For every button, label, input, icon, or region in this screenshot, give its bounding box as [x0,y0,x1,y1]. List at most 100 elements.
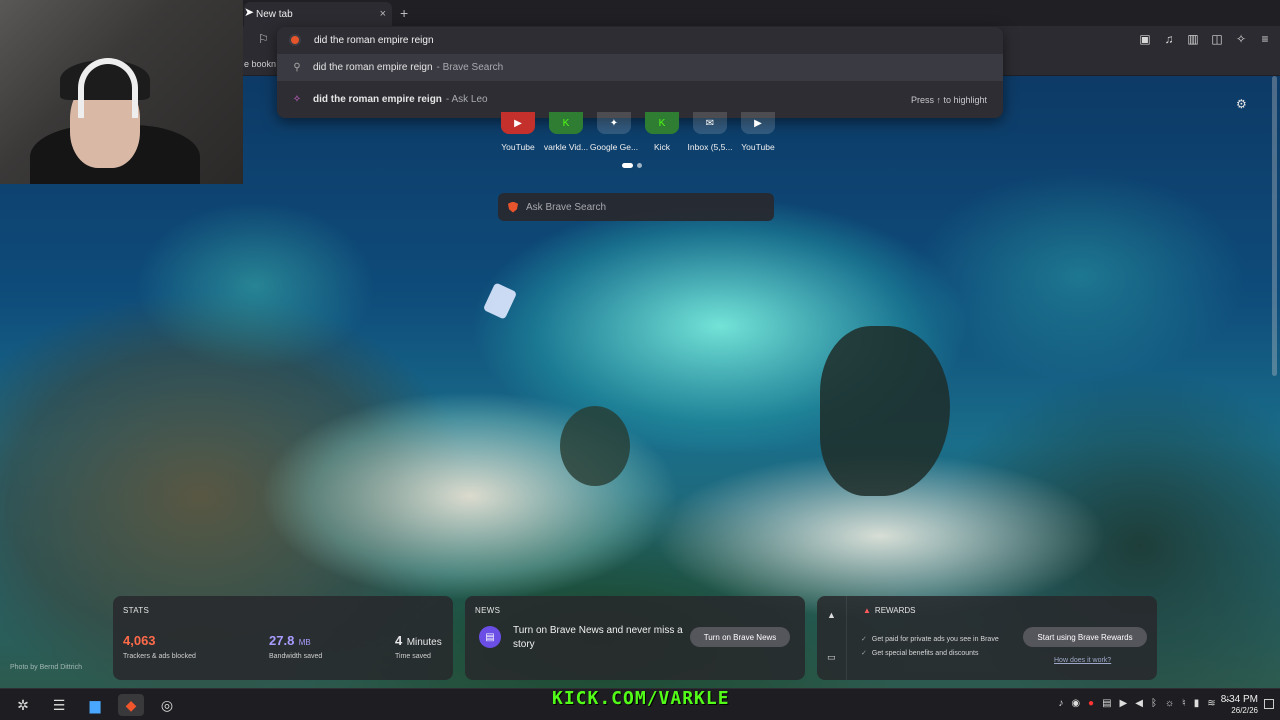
stat-value: 4 [395,633,403,648]
toolbar-icons: ▣ ♫ ▥ ◫ ✧ ≡ [1138,32,1272,46]
suggestion-brave-search[interactable]: ⚲ did the roman empire reign - Brave Sea… [277,54,1003,81]
bookmarks-label[interactable]: e bookn [244,59,276,69]
system-tray: ♪ ◉ ● ▤ ▶ ◀ ᛒ ☼ ♮ ▮ ≋ ⌃ [1058,698,1232,709]
top-site-label: varkle Vid... [543,142,589,152]
vpn-tab-icon[interactable]: ▭ [827,652,836,663]
bluetooth-icon[interactable]: ᛒ [1151,698,1157,709]
stat-time: 4 Minutes Time saved [395,632,442,660]
show-desktop-button[interactable] [1264,699,1274,709]
kick-icon: K [549,112,583,134]
sidebar-icon[interactable]: ▥ [1186,32,1200,46]
brightness-icon[interactable]: ☼ [1165,698,1174,709]
suggestion-main: did the roman empire reign [313,62,433,73]
list-item: ✓ Get paid for private ads you see in Bra… [861,633,999,647]
news-widget: NEWS ▤ Turn on Brave News and never miss… [465,596,805,680]
pager-dot[interactable] [622,163,633,168]
top-site-varkle[interactable]: K varkle Vid... [542,112,590,152]
check-icon: ✓ [861,636,867,643]
stat-unit: MB [298,638,311,647]
benefit-text: Get paid for private ads you see in Brav… [871,636,999,643]
wifi-icon[interactable]: ≋ [1207,698,1215,709]
rewards-widget: ▲ ▭ ▲ REWARDS ✓ Get paid for private ads y… [817,596,1157,680]
stat-unit: Minutes [406,637,442,648]
close-icon[interactable]: × [380,8,386,20]
suggestion-ask-leo[interactable]: ✧ did the roman empire reign - Ask Leo P… [277,86,1003,113]
address-bar-input[interactable] [314,34,914,46]
top-site-youtube[interactable]: ▶ YouTube [494,112,542,152]
omnibox: ⚲ did the roman empire reign - Brave Sea… [277,27,1003,118]
suggestion-source: - Ask Leo [445,94,488,105]
obs-icon[interactable]: ◎ [154,694,180,716]
youtube-icon: ▶ [741,112,775,134]
top-site-inbox[interactable]: ✉ Inbox (5,5... [686,112,734,152]
stat-label: Bandwidth saved [269,653,323,660]
suggestion-main: did the roman empire reign [313,94,442,105]
mouse-cursor-icon: ➤ [244,5,255,19]
how-does-it-work-link[interactable]: How does it work? [1054,657,1111,664]
stat-trackers: 4,063 Trackers & ads blocked [123,632,196,660]
tab-title: New tab [256,8,293,20]
pager-dot[interactable] [637,163,642,168]
leo-icon[interactable]: ✧ [1234,32,1248,46]
top-site-label: YouTube [501,142,535,152]
notification-icon[interactable]: ♪ [1058,698,1063,709]
clipboard-icon[interactable]: ▤ [1102,698,1111,709]
top-site-label: Google Ge... [589,142,639,152]
top-sites: ▶ YouTube K varkle Vid... ✦ Google Ge...… [494,112,782,152]
rewards-title: REWARDS [874,606,916,615]
top-sites-pager [622,163,642,168]
top-site-google-gemini[interactable]: ✦ Google Ge... [590,112,638,152]
power-icon[interactable]: ▮ [1194,698,1200,709]
bat-icon: ▲ [863,606,871,615]
tab-new-tab[interactable]: New tab × [244,2,392,26]
leo-icon: ✧ [292,94,302,105]
microphone-icon[interactable]: ♮ [1182,698,1186,709]
brave-search-box[interactable]: Ask Brave Search [498,193,774,221]
reef [820,326,950,496]
turn-on-news-button[interactable]: Turn on Brave News [690,627,790,647]
headphones [78,58,138,118]
settings-gear-icon[interactable]: ⚙ [1236,97,1247,111]
stream-overlay-text: KICK.COM/VARKLE [552,688,730,709]
app-launcher-icon[interactable]: ✲ [10,694,36,716]
youtube-icon: ▶ [501,112,535,134]
brave-browser-icon[interactable]: ◆ [118,694,144,716]
task-manager-icon[interactable]: ☰ [46,694,72,716]
widget-title: STATS [123,606,150,615]
stat-label: Time saved [395,653,431,660]
wallet-icon[interactable]: ◫ [1210,32,1224,46]
widget-title: ▲ REWARDS [863,606,916,615]
stat-value: 4,063 [123,633,156,648]
steam-icon[interactable]: ◉ [1071,698,1080,709]
stat-value: 27.8 [269,633,295,648]
rewards-benefits: ✓ Get paid for private ads you see in Bra… [861,633,999,661]
bookmark-icon[interactable]: ⚐ [258,32,272,48]
rewards-tab-icon[interactable]: ▲ [827,610,836,620]
keyboard-hint: Press ↑ to highlight [910,94,987,105]
brave-lion-icon [508,201,518,213]
gemini-icon: ✦ [597,112,631,134]
music-icon[interactable]: ♫ [1162,32,1176,46]
media-icon[interactable]: ▶ [1120,698,1128,709]
clock[interactable]: 8:34 PM 26/2/26 [1221,694,1258,716]
recording-icon[interactable]: ● [1088,698,1094,709]
volume-icon[interactable]: ◀ [1135,698,1143,709]
menu-icon[interactable]: ≡ [1258,32,1272,46]
widget-switcher: ▲ ▭ [817,596,847,680]
scrollbar[interactable] [1272,76,1277,376]
file-manager-icon[interactable]: ▆ [82,694,108,716]
top-site-kick[interactable]: K Kick [638,112,686,152]
reef [560,406,630,486]
top-site-label: Inbox (5,5... [687,142,733,152]
start-rewards-button[interactable]: Start using Brave Rewards [1023,627,1147,647]
reader-icon[interactable]: ▣ [1138,32,1152,46]
new-tab-button[interactable]: + [400,5,408,21]
photo-credit[interactable]: Photo by Bernd Dittrich [10,664,82,671]
stat-bandwidth: 27.8 MB Bandwidth saved [269,632,322,660]
kick-icon: K [645,112,679,134]
widget-title: NEWS [475,606,501,615]
top-site-youtube-2[interactable]: ▶ YouTube [734,112,782,152]
omnibox-input-row [277,27,1003,53]
list-item: ✓ Get special benefits and discounts [861,647,999,661]
mail-icon: ✉ [693,112,727,134]
